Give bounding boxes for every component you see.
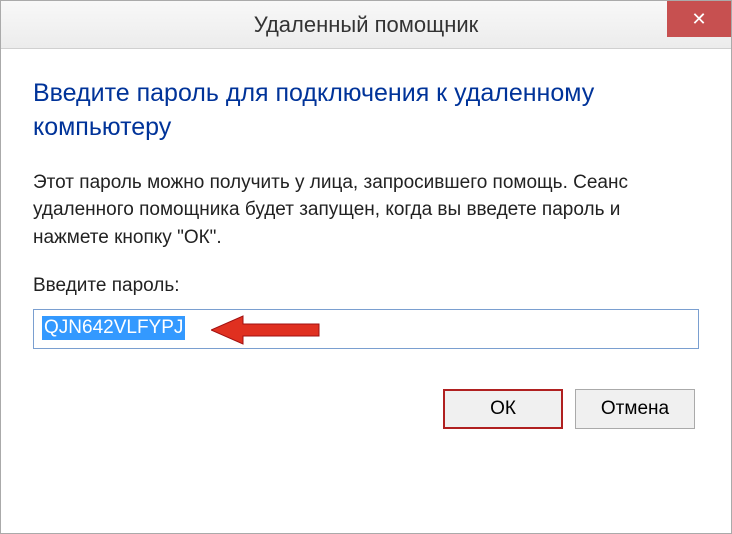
cancel-button[interactable]: Отмена — [575, 389, 695, 429]
dialog-body-text: Этот пароль можно получить у лица, запро… — [33, 169, 699, 252]
password-field-wrapper: QJN642VLFYPJ — [33, 309, 699, 349]
ok-button[interactable]: ОК — [443, 389, 563, 429]
password-input[interactable]: QJN642VLFYPJ — [33, 309, 699, 349]
dialog-heading: Введите пароль для подключения к удаленн… — [33, 77, 699, 145]
password-label: Введите пароль: — [33, 275, 699, 297]
button-row: ОК Отмена — [33, 389, 699, 429]
close-button[interactable]: ✕ — [667, 1, 731, 37]
dialog-content: Введите пароль для подключения к удаленн… — [1, 49, 731, 453]
window-title: Удаленный помощник — [254, 12, 479, 38]
close-icon: ✕ — [691, 10, 706, 28]
titlebar: Удаленный помощник ✕ — [1, 1, 731, 49]
dialog-window: Удаленный помощник ✕ Введите пароль для … — [0, 0, 732, 534]
password-value-selected: QJN642VLFYPJ — [42, 316, 185, 340]
